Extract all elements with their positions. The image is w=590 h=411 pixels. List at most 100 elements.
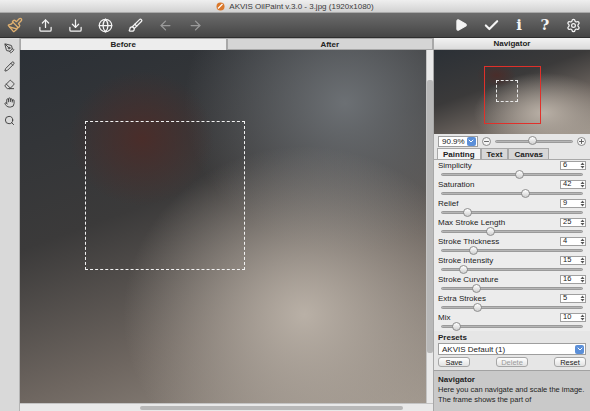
zoom-out-button[interactable] xyxy=(482,137,491,146)
batch-button[interactable] xyxy=(126,16,144,34)
brush-icon xyxy=(128,18,143,33)
preset-select[interactable]: AKVIS Default (1) xyxy=(438,343,586,355)
info-button[interactable]: i xyxy=(512,16,526,34)
eraser-icon xyxy=(4,79,15,90)
help-button[interactable]: ? xyxy=(538,16,552,34)
spin-arrows-icon[interactable] xyxy=(580,162,585,169)
slider-knob[interactable] xyxy=(528,136,537,145)
slider-knob[interactable] xyxy=(473,303,482,312)
pencil-tool[interactable] xyxy=(3,60,17,72)
parameter-slider[interactable] xyxy=(441,268,583,271)
slider-knob[interactable] xyxy=(459,265,468,274)
spin-arrows-icon[interactable] xyxy=(580,257,585,264)
parameter-list: Simplicity6Saturation42Relief9Max Stroke… xyxy=(434,160,590,331)
globe-icon xyxy=(98,18,113,33)
value-field[interactable]: 4 xyxy=(560,237,586,246)
slider-knob[interactable] xyxy=(452,322,461,331)
value-field[interactable]: 6 xyxy=(560,161,586,170)
settings-tab[interactable]: Painting xyxy=(437,148,481,159)
spin-arrows-icon[interactable] xyxy=(580,219,585,226)
eraser-tool[interactable] xyxy=(3,78,17,90)
parameter-slider[interactable] xyxy=(441,249,583,252)
share-button[interactable] xyxy=(96,16,114,34)
scroll-thumb[interactable] xyxy=(140,406,403,410)
redo-button[interactable] xyxy=(186,16,204,34)
value-field[interactable]: 5 xyxy=(560,294,586,303)
parameter-slider[interactable] xyxy=(441,173,583,176)
arrow-left-icon xyxy=(158,18,173,33)
hand-tool[interactable] xyxy=(3,96,17,108)
main-area: BeforeAfterNavigator90.9%PaintingTextCan… xyxy=(0,38,590,411)
canvas-row xyxy=(20,50,433,403)
preset-buttons: Save Delete Reset xyxy=(434,355,590,368)
spin-arrows-icon[interactable] xyxy=(580,200,585,207)
view-tab[interactable]: Before xyxy=(20,38,227,50)
value-field[interactable]: 15 xyxy=(560,256,586,265)
settings-tab[interactable]: Canvas xyxy=(508,148,548,159)
parameter-slider[interactable] xyxy=(441,287,583,290)
slider-knob[interactable] xyxy=(486,227,495,236)
spin-arrows-icon[interactable] xyxy=(580,314,585,321)
open-button[interactable] xyxy=(36,16,54,34)
parameter-slider[interactable] xyxy=(441,230,583,233)
parameter-slider[interactable] xyxy=(441,325,583,328)
pen-tool[interactable] xyxy=(3,42,17,54)
parameter-slider[interactable] xyxy=(441,192,583,195)
value-field[interactable]: 25 xyxy=(560,218,586,227)
image-canvas[interactable] xyxy=(20,50,426,403)
save-button[interactable] xyxy=(66,16,84,34)
preset-dropdown[interactable] xyxy=(575,345,584,354)
tool-column xyxy=(0,38,20,411)
parameter-row: Saturation 42 xyxy=(438,179,586,198)
slider-knob[interactable] xyxy=(515,170,524,179)
parameter-label: Stroke Intensity xyxy=(438,256,493,265)
parameter-row: Relief 9 xyxy=(438,198,586,217)
value-field[interactable]: 16 xyxy=(560,275,586,284)
selection-frame[interactable] xyxy=(85,121,245,270)
presets-label: Presets xyxy=(434,331,590,343)
settings-button[interactable] xyxy=(564,16,582,34)
parameter-label: Relief xyxy=(438,199,458,208)
settings-tabs: PaintingTextCanvas xyxy=(434,148,590,160)
value-field[interactable]: 42 xyxy=(560,180,586,189)
parameter-label: Saturation xyxy=(438,180,474,189)
zoom-field[interactable]: 90.9% xyxy=(438,136,478,147)
parameter-label: Stroke Thickness xyxy=(438,237,499,246)
spin-arrows-icon[interactable] xyxy=(580,238,585,245)
navigator-thumbnail[interactable] xyxy=(434,50,590,134)
slider-knob[interactable] xyxy=(472,284,481,293)
parameter-label: Stroke Curvature xyxy=(438,275,498,284)
horizontal-scrollbar[interactable] xyxy=(20,403,433,411)
view-frame[interactable] xyxy=(484,66,541,124)
slider-knob[interactable] xyxy=(469,246,478,255)
value-field[interactable]: 10 xyxy=(560,313,586,322)
parameter-slider[interactable] xyxy=(441,211,583,214)
slider-knob[interactable] xyxy=(521,189,530,198)
help-text: Here you can navigate and scale the imag… xyxy=(438,385,586,404)
spin-arrows-icon[interactable] xyxy=(580,295,585,302)
zoom-dropdown[interactable] xyxy=(467,137,476,146)
preset-button[interactable]: Save xyxy=(438,357,470,367)
logo-button[interactable] xyxy=(6,16,24,34)
spin-arrows-icon[interactable] xyxy=(580,181,585,188)
preset-button: Delete xyxy=(496,357,528,367)
parameter-slider[interactable] xyxy=(441,306,583,309)
zoom-in-button[interactable] xyxy=(577,137,586,146)
zoom-tool[interactable] xyxy=(3,114,17,126)
download-icon xyxy=(68,18,83,33)
hand-icon xyxy=(4,97,15,108)
view-tab[interactable]: After xyxy=(227,38,434,50)
spin-arrows-icon[interactable] xyxy=(580,276,585,283)
selection-preview xyxy=(496,80,518,102)
apply-button[interactable] xyxy=(482,16,500,34)
vertical-scrollbar[interactable] xyxy=(426,50,433,403)
zoom-slider[interactable] xyxy=(495,140,573,143)
run-button[interactable] xyxy=(452,16,470,34)
preset-button[interactable]: Reset xyxy=(554,357,586,367)
title-bar: AKVIS OilPaint v.3.0 - 3.jpg (1920x1080) xyxy=(0,0,590,13)
app-window: AKVIS OilPaint v.3.0 - 3.jpg (1920x1080)… xyxy=(0,0,590,411)
slider-knob[interactable] xyxy=(463,208,472,217)
undo-button[interactable] xyxy=(156,16,174,34)
value-field[interactable]: 9 xyxy=(560,199,586,208)
settings-tab[interactable]: Text xyxy=(481,148,509,159)
